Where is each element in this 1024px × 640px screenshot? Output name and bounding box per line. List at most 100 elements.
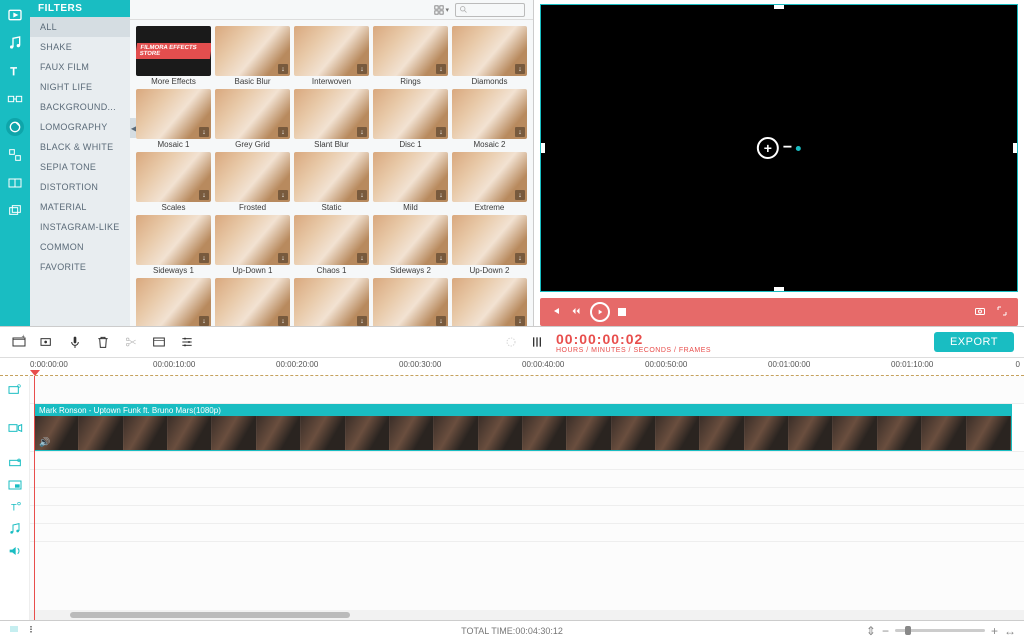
track-row[interactable] bbox=[30, 488, 1024, 506]
snapshot-button[interactable] bbox=[974, 305, 986, 320]
zoom-out-timeline-button[interactable]: − bbox=[882, 624, 889, 638]
play-button[interactable] bbox=[590, 302, 610, 322]
effect-item[interactable]: ↓Slant Blur bbox=[294, 89, 369, 149]
effect-item[interactable]: ↓Mosaic 1 bbox=[136, 89, 211, 149]
effects-search-input[interactable] bbox=[455, 3, 525, 17]
filter-category-item[interactable]: ALL bbox=[30, 17, 130, 37]
effect-item[interactable]: ↓Rings bbox=[373, 26, 448, 86]
filter-category-item[interactable]: COMMON bbox=[30, 237, 130, 257]
effect-item[interactable]: ↓Chaos 2 bbox=[136, 278, 211, 326]
playhead[interactable] bbox=[34, 376, 35, 620]
effect-item[interactable]: ↓Mild bbox=[373, 152, 448, 212]
fullscreen-button[interactable] bbox=[996, 305, 1008, 320]
effect-item[interactable]: ↓Diamonds bbox=[452, 26, 527, 86]
overlay-track-icon[interactable] bbox=[0, 376, 29, 404]
zoom-slider[interactable] bbox=[895, 629, 985, 632]
video-clip[interactable]: Mark Ronson - Uptown Funk ft. Bruno Mars… bbox=[34, 404, 1012, 451]
effect-item[interactable]: ↓Extreme bbox=[452, 152, 527, 212]
track-row[interactable] bbox=[30, 542, 1024, 610]
resize-handle-bottom[interactable] bbox=[774, 287, 784, 291]
track-row[interactable] bbox=[30, 376, 1024, 404]
effects-icon[interactable] bbox=[6, 118, 24, 136]
collapse-tracks-icon[interactable]: ⇕ bbox=[866, 624, 876, 638]
filter-category-item[interactable]: FAUX FILM bbox=[30, 57, 130, 77]
effect-item[interactable]: ↓Grey Grid bbox=[215, 89, 290, 149]
track-icon-column: T bbox=[0, 376, 30, 620]
filter-category-item[interactable]: BLACK & WHITE bbox=[30, 137, 130, 157]
effect-item[interactable]: FILMORA EFFECTS STOREMore Effects bbox=[136, 26, 211, 86]
effect-item[interactable]: ↓Frosted bbox=[215, 152, 290, 212]
transition-icon[interactable] bbox=[6, 90, 24, 108]
effect-item[interactable]: ↓Sideways 2 bbox=[373, 215, 448, 275]
settings-button[interactable] bbox=[178, 333, 196, 351]
effect-item[interactable]: ↓Chaos 1 bbox=[294, 215, 369, 275]
track-row[interactable] bbox=[30, 524, 1024, 542]
zoom-overlay[interactable]: + − bbox=[757, 137, 801, 159]
effect-item[interactable]: ↓Ripple 1 bbox=[294, 278, 369, 326]
effect-item[interactable]: ↓Static bbox=[294, 152, 369, 212]
ruler-tick: 00:01:10:00 bbox=[891, 360, 933, 369]
filter-category-item[interactable]: LOMOGRAPHY bbox=[30, 117, 130, 137]
split-button bbox=[122, 333, 140, 351]
stop-button[interactable] bbox=[618, 308, 626, 316]
effect-label: Slant Blur bbox=[294, 140, 369, 149]
zoom-in-timeline-button[interactable]: + bbox=[991, 624, 998, 638]
effect-item[interactable]: ↓Scales bbox=[136, 152, 211, 212]
export-button[interactable]: EXPORT bbox=[934, 332, 1014, 352]
effect-item[interactable]: ↓Interwoven bbox=[294, 26, 369, 86]
filter-category-item[interactable]: INSTAGRAM-LIKE bbox=[30, 217, 130, 237]
effect-item[interactable]: ↓Up-Down 1 bbox=[215, 215, 290, 275]
effect-item[interactable]: ↓Disc 1 bbox=[373, 89, 448, 149]
filter-category-item[interactable]: BACKGROUND... bbox=[30, 97, 130, 117]
filter-category-item[interactable]: NIGHT LIFE bbox=[30, 77, 130, 97]
filter-category-item[interactable]: SHAKE bbox=[30, 37, 130, 57]
music-icon[interactable] bbox=[6, 34, 24, 52]
filter-category-item[interactable]: SEPIA TONE bbox=[30, 157, 130, 177]
list-view-icon[interactable] bbox=[28, 623, 40, 638]
prev-frame-button[interactable] bbox=[570, 305, 582, 320]
record-button[interactable] bbox=[38, 333, 56, 351]
filter-category-item[interactable]: MATERIAL bbox=[30, 197, 130, 217]
video-track-row[interactable]: Mark Ronson - Uptown Funk ft. Bruno Mars… bbox=[30, 404, 1024, 452]
horizontal-scrollbar[interactable] bbox=[30, 610, 1024, 620]
audio-track-icon[interactable] bbox=[0, 540, 29, 562]
effect-item[interactable]: ↓Up-Down 2 bbox=[452, 215, 527, 275]
audio-mixer-button[interactable] bbox=[528, 333, 546, 351]
resize-handle-right[interactable] bbox=[1013, 143, 1017, 153]
zoom-in-icon[interactable]: + bbox=[757, 137, 779, 159]
overlay-icon[interactable] bbox=[6, 202, 24, 220]
voiceover-button[interactable] bbox=[66, 333, 84, 351]
timeline-ruler[interactable]: 0:00:00:0000:00:10:0000:00:20:0000:00:30… bbox=[0, 358, 1024, 376]
jump-start-button[interactable] bbox=[550, 305, 562, 320]
track-row[interactable] bbox=[30, 470, 1024, 488]
pip-track-icon[interactable] bbox=[0, 474, 29, 496]
effect-item[interactable]: ↓Blur Bars bbox=[215, 278, 290, 326]
splitscreen-icon[interactable] bbox=[6, 174, 24, 192]
preview-canvas[interactable]: + − bbox=[540, 4, 1018, 292]
elements-icon[interactable] bbox=[6, 146, 24, 164]
text-track-icon[interactable]: T bbox=[0, 496, 29, 518]
resize-handle-top[interactable] bbox=[774, 5, 784, 9]
effect-track-icon[interactable] bbox=[0, 452, 29, 474]
text-icon[interactable]: T bbox=[6, 62, 24, 80]
view-mode-toggle[interactable]: ▾ bbox=[434, 5, 449, 15]
effect-item[interactable]: ↓Sideways 1 bbox=[136, 215, 211, 275]
effect-item[interactable]: ↓Mosaic 2 bbox=[452, 89, 527, 149]
resize-handle-left[interactable] bbox=[541, 143, 545, 153]
track-row[interactable] bbox=[30, 506, 1024, 524]
crop-button[interactable] bbox=[150, 333, 168, 351]
track-row[interactable] bbox=[30, 452, 1024, 470]
effect-item[interactable]: ↓Ripple 2 bbox=[373, 278, 448, 326]
filter-category-item[interactable]: FAVORITE bbox=[30, 257, 130, 277]
scale-down-icon[interactable] bbox=[8, 623, 20, 638]
media-library-icon[interactable] bbox=[6, 6, 24, 24]
effect-item[interactable]: ↓Basic Blur bbox=[215, 26, 290, 86]
music-track-icon[interactable] bbox=[0, 518, 29, 540]
effect-item[interactable]: ↓Grey bbox=[452, 278, 527, 326]
filter-category-item[interactable]: DISTORTION bbox=[30, 177, 130, 197]
delete-button[interactable] bbox=[94, 333, 112, 351]
zoom-out-icon[interactable]: − bbox=[783, 139, 792, 157]
fit-timeline-button[interactable]: ↔ bbox=[1004, 624, 1016, 638]
video-track-icon[interactable] bbox=[0, 404, 29, 452]
add-media-button[interactable]: + bbox=[10, 333, 28, 351]
